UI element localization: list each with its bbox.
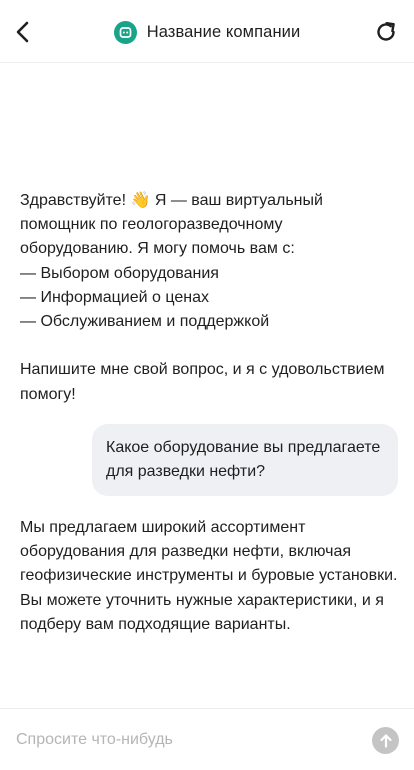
chat-bot-icon xyxy=(119,26,132,38)
user-message: Какое оборудование вы предлагаете для ра… xyxy=(106,439,381,480)
chat-title-group: Название компании xyxy=(0,18,414,46)
message-list[interactable]: Здравствуйте! 👋 Я — ваш виртуальный помо… xyxy=(0,63,414,708)
bot-message: Мы предлагаем широкий ассортимент оборуд… xyxy=(20,519,398,633)
user-message-bubble: Какое оборудование вы предлагаете для ра… xyxy=(92,424,398,496)
composer-bar xyxy=(0,708,414,770)
message-input[interactable] xyxy=(16,726,356,754)
chat-app: Название компании Здравствуйте! 👋 Я — ва… xyxy=(0,0,414,770)
bot-message: Здравствуйте! 👋 Я — ваш виртуальный помо… xyxy=(20,192,385,403)
arrow-up-icon xyxy=(379,734,392,748)
company-logo xyxy=(113,20,137,44)
chat-header: Название компании xyxy=(0,0,414,63)
refresh-icon xyxy=(377,22,395,41)
refresh-button[interactable] xyxy=(372,17,400,47)
send-button[interactable] xyxy=(372,727,399,754)
page-title: Название компании xyxy=(146,22,301,41)
